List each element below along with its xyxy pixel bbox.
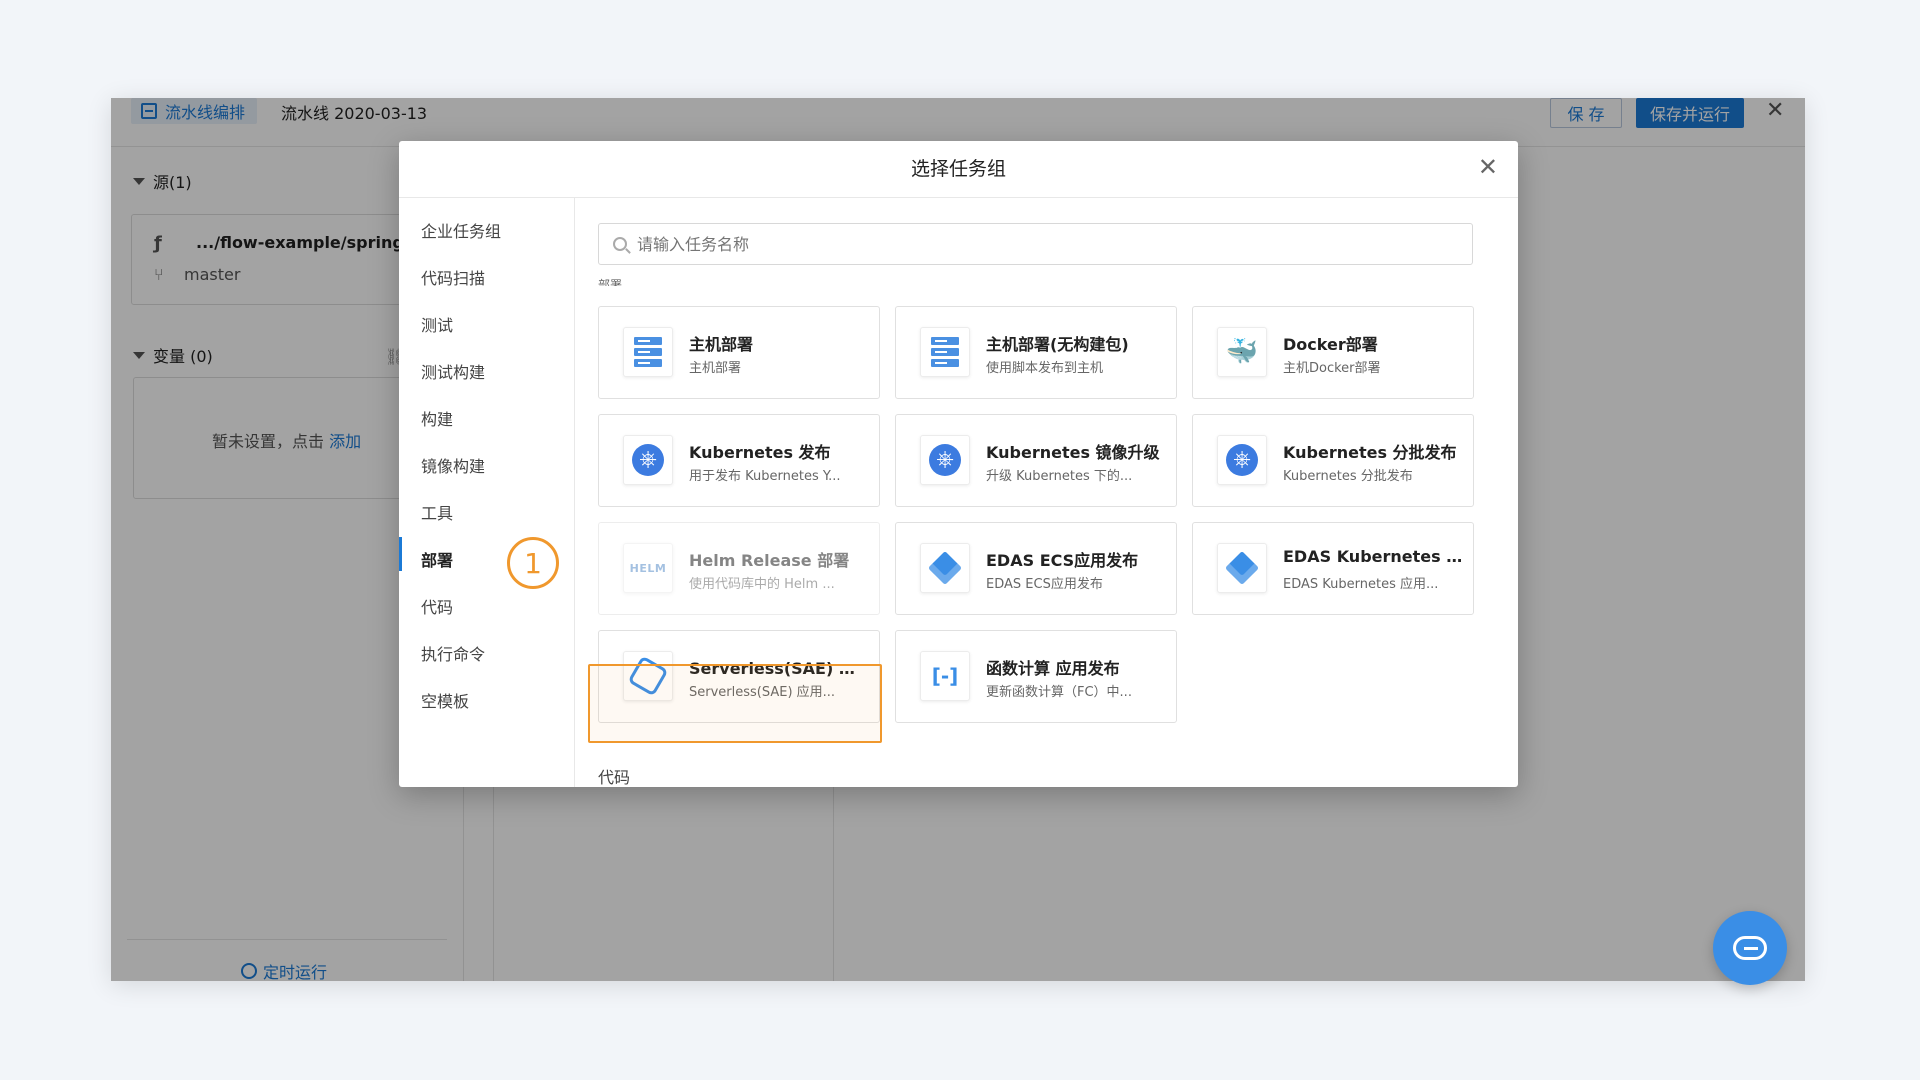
step-number-badge: 1 xyxy=(507,537,559,589)
task-card[interactable]: EDAS ECS应用发布 EDAS ECS应用发布 xyxy=(895,522,1177,615)
edas-cube-icon xyxy=(1225,551,1259,585)
task-desc: 用于发布 Kubernetes Y... xyxy=(689,469,841,484)
nav-active-indicator xyxy=(399,537,402,571)
task-desc: Kubernetes 分批发布 xyxy=(1283,469,1413,484)
task-card[interactable]: ⎈ Kubernetes 发布 用于发布 Kubernetes Y... xyxy=(598,414,880,507)
task-desc: 主机部署 xyxy=(689,361,742,376)
search-icon xyxy=(613,237,627,251)
task-title: Helm Release 部署 xyxy=(689,551,850,570)
chat-bubble-icon xyxy=(1733,936,1767,960)
close-icon[interactable]: ✕ xyxy=(1478,155,1498,179)
task-title: EDAS ECS应用发布 xyxy=(986,551,1139,570)
task-title: Kubernetes 发布 xyxy=(689,443,831,462)
task-title: EDAS Kubernetes ... xyxy=(1283,547,1463,566)
task-card-helm[interactable]: HELM Helm Release 部署 使用代码库中的 Helm ... xyxy=(598,522,880,615)
nav-item-code[interactable]: 代码 xyxy=(421,594,453,618)
nav-item-empty-template[interactable]: 空模板 xyxy=(421,688,469,712)
nav-item-image-build[interactable]: 镜像构建 xyxy=(421,453,485,477)
task-card[interactable]: ⎈ Kubernetes 分批发布 Kubernetes 分批发布 xyxy=(1192,414,1474,507)
task-desc: 使用代码库中的 Helm ... xyxy=(689,577,835,592)
task-card[interactable]: 主机部署 主机部署 xyxy=(598,306,880,399)
nav-item-enterprise[interactable]: 企业任务组 xyxy=(421,218,501,242)
nav-item-test-build[interactable]: 测试构建 xyxy=(421,359,485,383)
server-icon xyxy=(634,337,662,367)
search-input[interactable] xyxy=(637,234,1437,254)
helm-icon: HELM xyxy=(629,561,667,575)
kubernetes-icon: ⎈ xyxy=(632,444,664,476)
nav-item-exec-command[interactable]: 执行命令 xyxy=(421,641,485,665)
search-box[interactable] xyxy=(598,223,1473,265)
task-title: Kubernetes 镜像升级 xyxy=(986,443,1160,462)
kubernetes-icon: ⎈ xyxy=(1226,444,1258,476)
task-title: Docker部署 xyxy=(1283,335,1378,354)
nav-item-code-scan[interactable]: 代码扫描 xyxy=(421,265,485,289)
function-compute-icon: [-] xyxy=(931,664,959,688)
kubernetes-icon: ⎈ xyxy=(929,444,961,476)
section-label-code: 代码 xyxy=(598,768,631,787)
task-card[interactable]: 主机部署(无构建包) 使用脚本发布到主机 xyxy=(895,306,1177,399)
task-desc: 主机Docker部署 xyxy=(1283,361,1381,376)
task-title: 主机部署(无构建包) xyxy=(986,335,1129,354)
task-desc: EDAS ECS应用发布 xyxy=(986,577,1103,592)
task-list: 部署 主机部署 主机部署 主机部署(无构建包) 使用脚本发布到主机 🐳 Dock… xyxy=(575,198,1518,787)
task-desc: EDAS Kubernetes 应用... xyxy=(1283,577,1439,592)
modal-title: 选择任务组 xyxy=(399,141,1518,198)
nav-item-tools[interactable]: 工具 xyxy=(421,500,453,524)
task-title: 主机部署 xyxy=(689,335,754,354)
helm-highlight-box xyxy=(588,664,882,743)
task-group-modal: 选择任务组 ✕ 企业任务组 代码扫描 测试 测试构建 构建 镜像构建 工具 部署… xyxy=(399,141,1518,787)
task-desc: 使用脚本发布到主机 xyxy=(986,361,1104,376)
task-title: Kubernetes 分批发布 xyxy=(1283,443,1457,462)
task-card[interactable]: 🐳 Docker部署 主机Docker部署 xyxy=(1192,306,1474,399)
nav-item-deploy[interactable]: 部署 xyxy=(421,547,453,571)
server-icon xyxy=(931,337,959,367)
nav-item-test[interactable]: 测试 xyxy=(421,312,453,336)
docker-icon: 🐳 xyxy=(1225,337,1259,367)
section-label-deploy: 部署 xyxy=(598,278,623,286)
task-card[interactable]: EDAS Kubernetes ... EDAS Kubernetes 应用..… xyxy=(1192,522,1474,615)
task-desc: 升级 Kubernetes 下的... xyxy=(986,469,1133,484)
task-desc: 更新函数计算（FC）中... xyxy=(986,685,1132,700)
task-card[interactable]: [-] 函数计算 应用发布 更新函数计算（FC）中... xyxy=(895,630,1177,723)
category-nav: 企业任务组 代码扫描 测试 测试构建 构建 镜像构建 工具 部署 代码 执行命令… xyxy=(399,198,575,787)
chat-button[interactable] xyxy=(1713,911,1787,985)
task-title: 函数计算 应用发布 xyxy=(986,659,1120,678)
edas-cube-icon xyxy=(928,551,962,585)
nav-item-build[interactable]: 构建 xyxy=(421,406,453,430)
task-card[interactable]: ⎈ Kubernetes 镜像升级 升级 Kubernetes 下的... xyxy=(895,414,1177,507)
